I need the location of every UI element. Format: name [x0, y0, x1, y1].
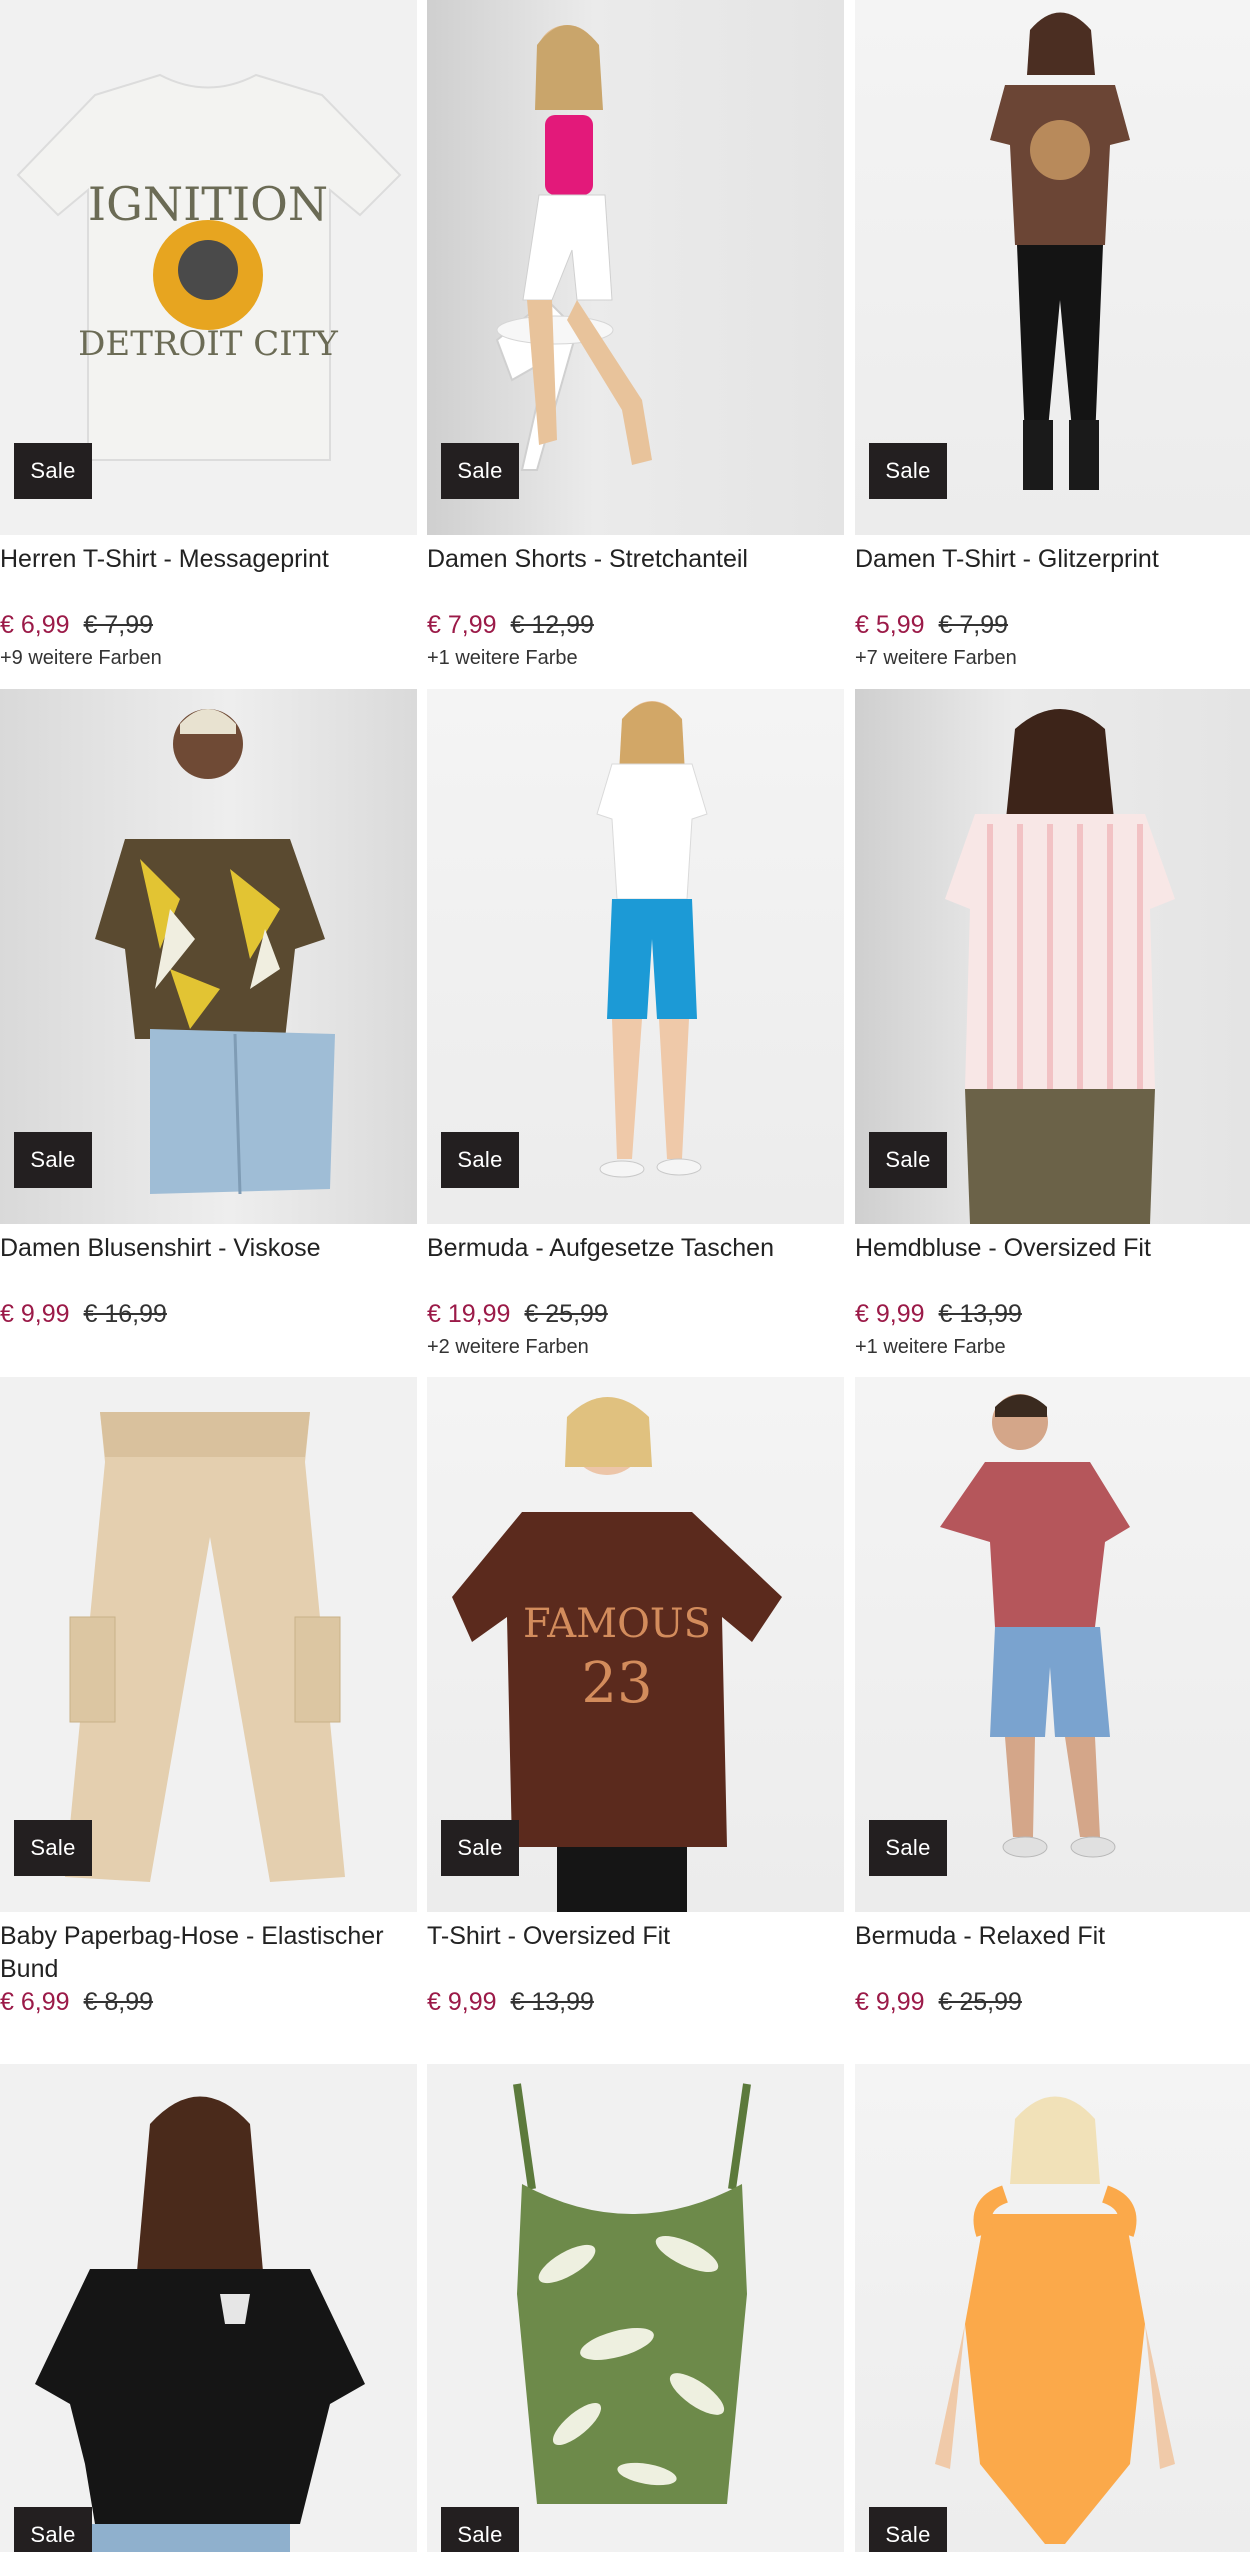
- sale-price: € 9,99: [855, 1988, 925, 2016]
- product-card[interactable]: Sale Damen T-Shirt - Glitzerprint € 5,99…: [855, 0, 1250, 671]
- product-image[interactable]: Sale: [0, 1377, 417, 1912]
- price-row: € 7,99 € 12,99: [427, 609, 844, 641]
- original-price: € 13,99: [938, 1300, 1022, 1328]
- product-image[interactable]: Sale: [855, 689, 1250, 1224]
- svg-text:23: 23: [581, 1651, 652, 1716]
- product-card[interactable]: Sale: [427, 2064, 844, 2552]
- sale-price: € 7,99: [427, 611, 497, 639]
- original-price: € 12,99: [510, 611, 594, 639]
- price-row: € 19,99 € 25,99: [427, 1298, 844, 1330]
- price-row: € 6,99 € 8,99: [0, 1986, 417, 2018]
- product-name[interactable]: Baby Paperbag-Hose - Elastischer Bund: [0, 1920, 417, 1986]
- sale-badge: Sale: [14, 443, 92, 499]
- original-price: € 25,99: [938, 1988, 1022, 2016]
- sale-price: € 9,99: [0, 1300, 70, 1328]
- product-name[interactable]: Bermuda - Aufgesetze Taschen: [427, 1232, 844, 1298]
- product-image[interactable]: Sale: [855, 0, 1250, 535]
- price-row: € 9,99 € 16,99: [0, 1298, 417, 1330]
- product-card[interactable]: IGNITION DETROIT CITY Sale Herren T-Shir…: [0, 0, 417, 671]
- product-image[interactable]: Sale: [855, 2064, 1250, 2552]
- svg-text:DETROIT CITY: DETROIT CITY: [78, 324, 338, 364]
- sale-badge: Sale: [14, 1132, 92, 1188]
- color-variants[interactable]: +1 weitere Farbe: [855, 1334, 1250, 1360]
- sale-badge: Sale: [869, 1820, 947, 1876]
- product-name[interactable]: T-Shirt - Oversized Fit: [427, 1920, 844, 1986]
- original-price: € 8,99: [83, 1988, 154, 2016]
- original-price: € 25,99: [524, 1300, 608, 1328]
- product-card[interactable]: Sale Bermuda - Relaxed Fit € 9,99 € 25,9…: [855, 1377, 1250, 2022]
- sale-badge: Sale: [441, 1132, 519, 1188]
- product-card[interactable]: FAMOUS 23 Sale T-Shirt - Oversized Fit €…: [427, 1377, 844, 2022]
- price-row: € 9,99 € 13,99: [855, 1298, 1250, 1330]
- product-name[interactable]: Hemdbluse - Oversized Fit: [855, 1232, 1250, 1298]
- original-price: € 7,99: [938, 611, 1009, 639]
- product-name[interactable]: Damen Blusenshirt - Viskose: [0, 1232, 417, 1298]
- color-variants[interactable]: +9 weitere Farben: [0, 645, 417, 671]
- original-price: € 16,99: [83, 1300, 167, 1328]
- model-black-tshirt-icon: [35, 2096, 365, 2552]
- sale-badge: Sale: [441, 2507, 519, 2552]
- original-price: € 13,99: [510, 1988, 594, 2016]
- sale-price: € 9,99: [855, 1300, 925, 1328]
- product-card[interactable]: Sale Damen Shorts - Stretchanteil € 7,99…: [427, 0, 844, 671]
- sale-badge: Sale: [14, 1820, 92, 1876]
- product-image[interactable]: Sale: [855, 1377, 1250, 1912]
- product-image[interactable]: FAMOUS 23 Sale: [427, 1377, 844, 1912]
- sale-badge: Sale: [869, 1132, 947, 1188]
- sale-badge: Sale: [14, 2507, 92, 2552]
- price-row: € 5,99 € 7,99: [855, 609, 1250, 641]
- product-card[interactable]: Sale Baby Paperbag-Hose - Elastischer Bu…: [0, 1377, 417, 2022]
- price-row: € 9,99 € 25,99: [855, 1986, 1250, 2018]
- color-variants[interactable]: +7 weitere Farben: [855, 645, 1250, 671]
- product-card[interactable]: Sale Hemdbluse - Oversized Fit € 9,99 € …: [855, 689, 1250, 1360]
- product-card[interactable]: Sale Bermuda - Aufgesetze Taschen € 19,9…: [427, 689, 844, 1360]
- product-image[interactable]: Sale: [0, 2064, 417, 2552]
- product-name[interactable]: Herren T-Shirt - Messageprint: [0, 543, 417, 609]
- sale-price: € 6,99: [0, 1988, 70, 2016]
- original-price: € 7,99: [83, 611, 154, 639]
- product-image[interactable]: IGNITION DETROIT CITY Sale: [0, 0, 417, 535]
- product-image[interactable]: Sale: [0, 689, 417, 1224]
- color-variants[interactable]: +2 weitere Farben: [427, 1334, 844, 1360]
- product-card[interactable]: Sale: [855, 2064, 1250, 2552]
- sale-badge: Sale: [869, 2507, 947, 2552]
- color-variants[interactable]: +1 weitere Farbe: [427, 645, 844, 671]
- model-orange-swimsuit-icon: [935, 2096, 1175, 2544]
- product-name[interactable]: Bermuda - Relaxed Fit: [855, 1920, 1250, 1986]
- product-image[interactable]: Sale: [427, 2064, 844, 2552]
- product-name[interactable]: Damen T-Shirt - Glitzerprint: [855, 543, 1250, 609]
- sale-badge: Sale: [441, 1820, 519, 1876]
- sale-price: € 5,99: [855, 611, 925, 639]
- sale-price: € 9,99: [427, 1988, 497, 2016]
- sale-badge: Sale: [869, 443, 947, 499]
- green-leaf-swimsuit-icon: [513, 2083, 751, 2504]
- product-name[interactable]: Damen Shorts - Stretchanteil: [427, 543, 844, 609]
- product-card[interactable]: Sale Damen Blusenshirt - Viskose € 9,99 …: [0, 689, 417, 1334]
- price-row: € 9,99 € 13,99: [427, 1986, 844, 2018]
- product-image[interactable]: Sale: [427, 0, 844, 535]
- product-grid: IGNITION DETROIT CITY Sale Herren T-Shir…: [0, 0, 1250, 2552]
- svg-text:FAMOUS: FAMOUS: [523, 1601, 711, 1647]
- product-image[interactable]: Sale: [427, 689, 844, 1224]
- price-row: € 6,99 € 7,99: [0, 609, 417, 641]
- sale-price: € 19,99: [427, 1300, 511, 1328]
- sale-badge: Sale: [441, 443, 519, 499]
- sale-price: € 6,99: [0, 611, 70, 639]
- product-card[interactable]: Sale: [0, 2064, 417, 2552]
